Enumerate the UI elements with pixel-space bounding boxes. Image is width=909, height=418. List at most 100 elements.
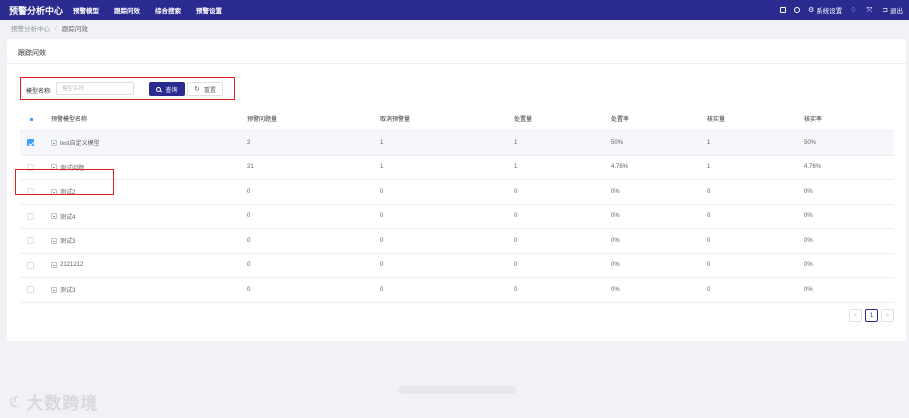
cell-verify-count: 0	[707, 286, 711, 293]
model-name-text: 2121212	[60, 262, 84, 269]
cell-verify-count: 1	[707, 139, 711, 146]
cell-issue-count: 0	[247, 262, 251, 269]
cell-dispose-rate: 0%	[611, 286, 620, 293]
cell-dispose-rate: 50%	[611, 139, 624, 146]
screen-icon[interactable]	[779, 7, 786, 13]
cell-dispose-rate: 0%	[611, 213, 620, 220]
cell-verify-rate: 0%	[804, 262, 813, 269]
page-button[interactable]: 1	[865, 309, 878, 322]
table-row: 测试4 0 0 0 0% 0 0%	[20, 205, 894, 229]
cell-model-name: 测试3	[51, 229, 75, 253]
watermark-logo-icon: ℭ	[9, 393, 21, 411]
expand-icon[interactable]	[51, 139, 57, 146]
row-checkbox[interactable]	[27, 261, 34, 269]
cell-cancel-count: 0	[380, 286, 384, 293]
query-button[interactable]: 查询	[149, 82, 185, 96]
highlight-box	[15, 169, 114, 195]
gear-icon: ⚙	[807, 6, 815, 14]
select-all-checkbox[interactable]	[27, 115, 34, 122]
cell-verify-rate: 0%	[804, 237, 813, 244]
reset-label: 重置	[203, 87, 216, 94]
row-checkbox[interactable]	[27, 212, 34, 220]
breadcrumb-separator: /	[55, 24, 57, 32]
cell-issue-count: 2	[247, 139, 251, 146]
table-row: 测试问题 21 1 1 4.76% 1 4.76%	[20, 156, 894, 180]
pagination: < 1 >	[846, 309, 894, 322]
table-header: 预警模型名称 预警问题量 取消预警量 处置量 处置率 核实量 核实率	[20, 107, 894, 131]
logout-button[interactable]: ⊐ 退出	[882, 5, 903, 16]
bottom-bar	[398, 386, 516, 394]
top-right-tools: ⚙ 系统设置 ♢ ⤧ ⊐ 退出	[772, 0, 903, 20]
system-settings-button[interactable]: ⚙ 系统设置	[807, 5, 842, 16]
row-checkbox[interactable]	[27, 139, 34, 147]
model-name-text: 测试4	[60, 214, 76, 221]
nav-item-search[interactable]: 综合搜索	[155, 5, 181, 15]
cell-model-name: test自定义模型	[51, 131, 100, 155]
cell-verify-count: 0	[707, 262, 711, 269]
app-title: 预警分析中心	[9, 5, 64, 16]
col-header-dispose-rate: 处置率	[611, 117, 630, 123]
fullscreen-icon[interactable]: ⤧	[867, 7, 875, 14]
expand-icon[interactable]	[51, 213, 57, 220]
cell-dispose-count: 1	[514, 139, 518, 146]
cell-issue-count: 0	[247, 188, 251, 195]
row-checkbox[interactable]	[27, 286, 34, 294]
cell-model-name: 测试3	[51, 278, 75, 302]
cell-issue-count: 0	[247, 286, 251, 293]
col-header-model-name: 预警模型名称	[51, 117, 88, 123]
main-card: 跟踪问效 模型名称: 查询 ↻ 重置 预警模型名称 预警问题量 取消预警量 处置…	[7, 39, 906, 341]
prev-page-button[interactable]: <	[849, 309, 862, 322]
cell-dispose-rate: 0%	[611, 262, 620, 269]
bell-icon[interactable]: ♢	[850, 7, 858, 14]
breadcrumb-root[interactable]: 预警分析中心	[11, 23, 50, 33]
cell-dispose-count: 0	[514, 286, 518, 293]
cell-cancel-count: 1	[380, 139, 384, 146]
next-page-button[interactable]: >	[881, 309, 894, 322]
top-nav-bar: 预警分析中心 预警模型 跟踪问效 综合搜索 预警设置 ⚙ 系统设置 ♢ ⤧ ⊐ …	[0, 0, 909, 20]
cell-verify-count: 1	[707, 164, 711, 171]
cell-verify-count: 0	[707, 237, 711, 244]
expand-icon[interactable]	[51, 237, 57, 244]
col-header-verify-rate: 核实率	[804, 117, 823, 123]
cell-cancel-count: 0	[380, 237, 384, 244]
nav-item-tracking[interactable]: 跟踪问效	[114, 5, 140, 15]
model-name-text: 测试3	[60, 288, 76, 295]
search-form: 模型名称: 查询 ↻ 重置	[20, 77, 235, 100]
cell-issue-count: 0	[247, 213, 251, 220]
chart-icon[interactable]	[793, 7, 800, 13]
watermark: ℭ 大数跨境	[9, 389, 98, 414]
cell-issue-count: 0	[247, 237, 251, 244]
cell-verify-count: 0	[707, 213, 711, 220]
expand-icon[interactable]	[51, 286, 57, 293]
watermark-text: 大数跨境	[26, 394, 99, 413]
logout-label: 退出	[890, 8, 903, 15]
cell-cancel-count: 0	[380, 213, 384, 220]
table-row: 测试3 0 0 0 0% 0 0%	[20, 278, 894, 303]
data-table: 预警模型名称 预警问题量 取消预警量 处置量 处置率 核实量 核实率 test自…	[20, 107, 894, 303]
cell-dispose-rate: 0%	[611, 237, 620, 244]
divider	[7, 63, 906, 64]
cell-model-name: 2121212	[51, 254, 83, 278]
cell-dispose-count: 0	[514, 237, 518, 244]
cell-dispose-count: 1	[514, 164, 518, 171]
nav-item-warning-model[interactable]: 预警模型	[73, 5, 99, 15]
cell-issue-count: 21	[247, 164, 254, 171]
model-name-input[interactable]	[56, 82, 134, 95]
cell-dispose-count: 0	[514, 213, 518, 220]
model-name-text: test自定义模型	[60, 141, 100, 148]
cell-dispose-count: 0	[514, 188, 518, 195]
reset-button[interactable]: ↻ 重置	[187, 82, 223, 96]
cell-dispose-count: 0	[514, 262, 518, 269]
nav-item-settings[interactable]: 预警设置	[196, 5, 222, 15]
col-header-dispose-count: 处置量	[514, 117, 533, 123]
table-body: test自定义模型 2 1 1 50% 1 50% 测试问题 21 1 1 4.76% 1 4.76% 测试…	[20, 131, 894, 303]
cell-verify-rate: 0%	[804, 188, 813, 195]
row-checkbox[interactable]	[27, 237, 34, 245]
cell-dispose-rate: 0%	[611, 188, 620, 195]
breadcrumb-current: 跟踪问效	[61, 26, 88, 33]
page-title: 跟踪问效	[18, 50, 46, 57]
cell-cancel-count: 1	[380, 164, 384, 171]
expand-icon[interactable]	[51, 262, 57, 269]
table-row: 测试3 0 0 0 0% 0 0%	[20, 229, 894, 254]
logout-icon: ⊐	[882, 6, 888, 14]
